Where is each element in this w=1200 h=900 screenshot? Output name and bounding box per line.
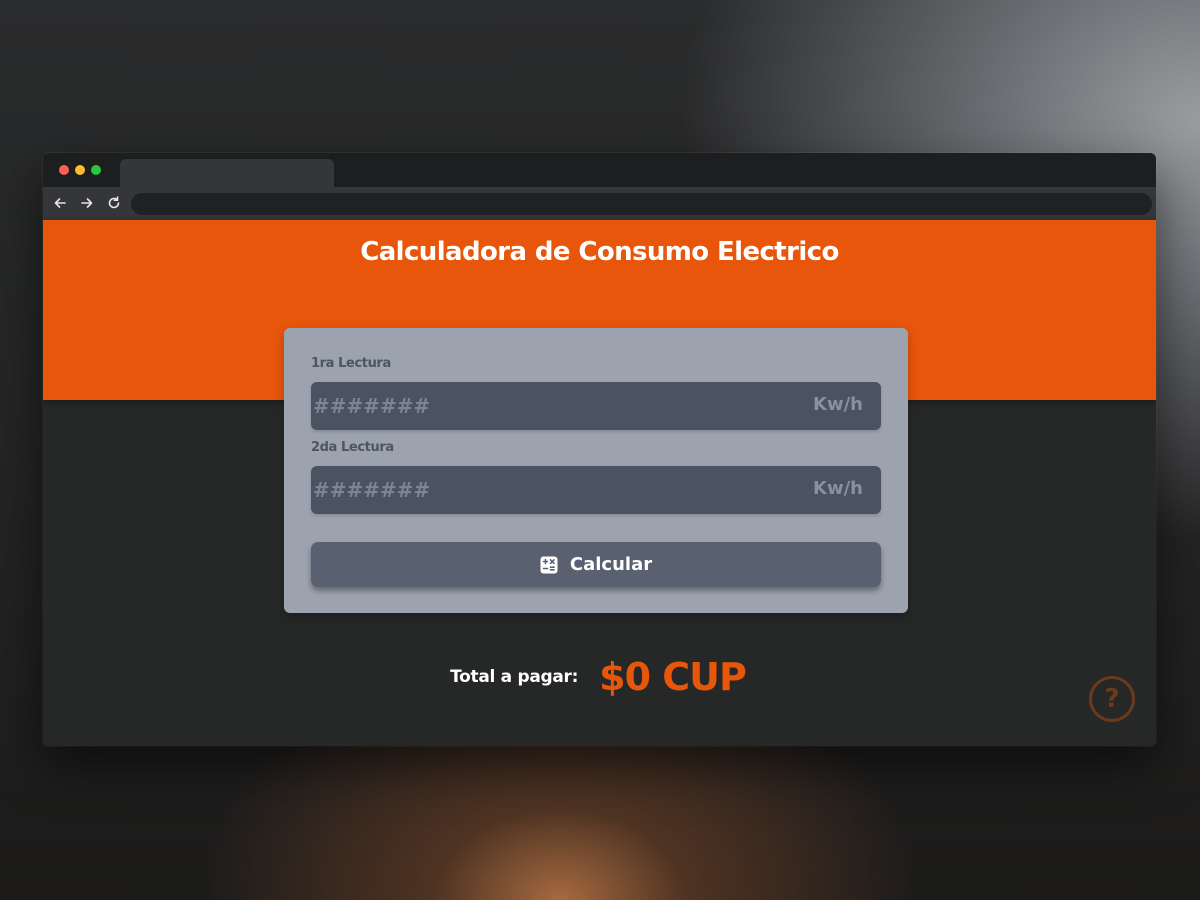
browser-toolbar (43, 187, 1156, 220)
calculate-button[interactable]: Calcular (311, 542, 881, 587)
total-row: Total a pagar: $0 CUP (43, 655, 1156, 699)
reading1-field: Kw/h (311, 382, 881, 430)
reading2-label: 2da Lectura (311, 440, 394, 455)
address-bar[interactable] (131, 193, 1152, 215)
reading2-unit: Kw/h (813, 478, 863, 499)
reading1-label: 1ra Lectura (311, 356, 391, 371)
question-mark-icon: ? (1104, 684, 1120, 714)
reload-icon (108, 196, 120, 209)
minimize-window-button[interactable] (75, 165, 85, 175)
reading2-input[interactable] (311, 466, 793, 514)
arrow-right-icon (81, 198, 93, 208)
help-button[interactable]: ? (1089, 676, 1135, 722)
total-value: $0 CUP (599, 655, 747, 699)
browser-tab[interactable] (120, 159, 334, 187)
calculate-button-label: Calcular (569, 554, 653, 575)
arrow-left-icon (54, 198, 66, 208)
close-window-button[interactable] (59, 165, 69, 175)
browser-window: Calculadora de Consumo Electrico 1ra Lec… (43, 153, 1156, 746)
maximize-window-button[interactable] (91, 165, 101, 175)
total-label: Total a pagar: (450, 667, 579, 687)
calculator-icon (540, 556, 558, 573)
back-button[interactable] (50, 193, 70, 213)
reload-button[interactable] (104, 193, 124, 213)
page-title: Calculadora de Consumo Electrico (360, 237, 839, 267)
forward-button[interactable] (77, 193, 97, 213)
tab-bar (43, 153, 1156, 187)
reading1-input[interactable] (311, 382, 793, 430)
reading2-field: Kw/h (311, 466, 881, 514)
reading1-unit: Kw/h (813, 394, 863, 415)
calculator-card: 1ra Lectura Kw/h 2da Lectura Kw/h Calcul… (284, 328, 908, 613)
window-controls (59, 165, 101, 175)
page-content: Calculadora de Consumo Electrico 1ra Lec… (43, 220, 1156, 746)
